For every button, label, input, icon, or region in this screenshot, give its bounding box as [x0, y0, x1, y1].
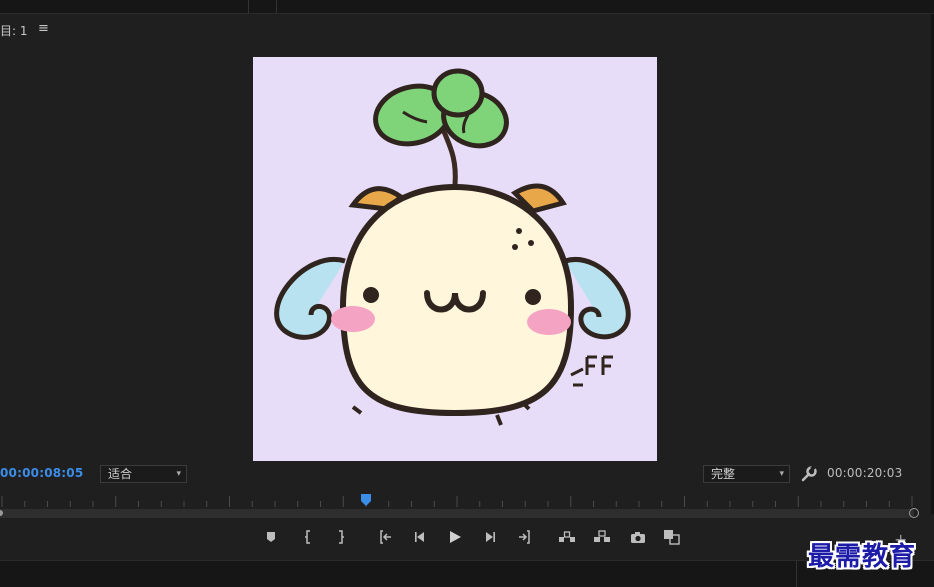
- step-forward-button[interactable]: [479, 526, 501, 548]
- mark-in-icon: [305, 530, 310, 544]
- tab-divider: [276, 0, 277, 13]
- current-timecode[interactable]: 00:00:08:05: [0, 466, 83, 480]
- go-to-out-icon: [519, 530, 530, 544]
- watermark-logo: 最需教育: [808, 542, 917, 572]
- export-frame-button[interactable]: [627, 526, 649, 548]
- wrench-icon[interactable]: [800, 465, 818, 483]
- top-tab-bar: [0, 0, 934, 14]
- lift-icon: [559, 531, 575, 542]
- play-button[interactable]: [444, 526, 466, 548]
- zoom-level-value: 适合: [108, 467, 133, 481]
- extract-icon: [594, 530, 610, 542]
- program-panel-title[interactable]: 节目: 1: [0, 22, 28, 39]
- go-to-in-button[interactable]: [375, 526, 397, 548]
- duration-timecode: 00:00:20:03: [827, 466, 903, 480]
- playback-resolution-value: 完整: [711, 467, 736, 481]
- transport-controls: [0, 526, 934, 550]
- panel-menu-icon[interactable]: ≡: [38, 21, 49, 36]
- step-back-button[interactable]: [409, 526, 431, 548]
- track-end-handle[interactable]: [909, 508, 919, 518]
- mark-out-button[interactable]: [330, 526, 352, 548]
- scrub-track[interactable]: [0, 509, 914, 518]
- chevron-down-icon: ▾: [176, 469, 181, 479]
- panel-divider: [796, 561, 797, 587]
- add-marker-button[interactable]: [260, 526, 282, 548]
- mark-in-button[interactable]: [297, 526, 319, 548]
- playhead-marker[interactable]: [361, 494, 371, 506]
- lift-button[interactable]: [556, 526, 578, 548]
- time-ruler[interactable]: [0, 492, 934, 508]
- compare-view-button[interactable]: [661, 526, 683, 548]
- zoom-level-dropdown[interactable]: 适合 ▾: [100, 465, 187, 483]
- go-to-out-button[interactable]: [513, 526, 535, 548]
- program-monitor-preview[interactable]: [253, 57, 657, 461]
- sprout-creature-illustration: [274, 68, 631, 426]
- marker-icon: [267, 532, 275, 542]
- step-back-icon: [415, 532, 424, 542]
- go-to-in-icon: [380, 530, 391, 544]
- tab-divider: [248, 0, 249, 13]
- step-forward-icon: [486, 532, 495, 542]
- extract-button[interactable]: [591, 526, 613, 548]
- compare-icon: [664, 530, 680, 545]
- bottom-panel-bar: [0, 560, 934, 587]
- chevron-down-icon: ▾: [779, 469, 784, 479]
- camera-icon: [631, 531, 645, 543]
- play-icon: [450, 531, 461, 543]
- mark-out-icon: [339, 530, 344, 544]
- playback-resolution-dropdown[interactable]: 完整 ▾: [703, 465, 790, 483]
